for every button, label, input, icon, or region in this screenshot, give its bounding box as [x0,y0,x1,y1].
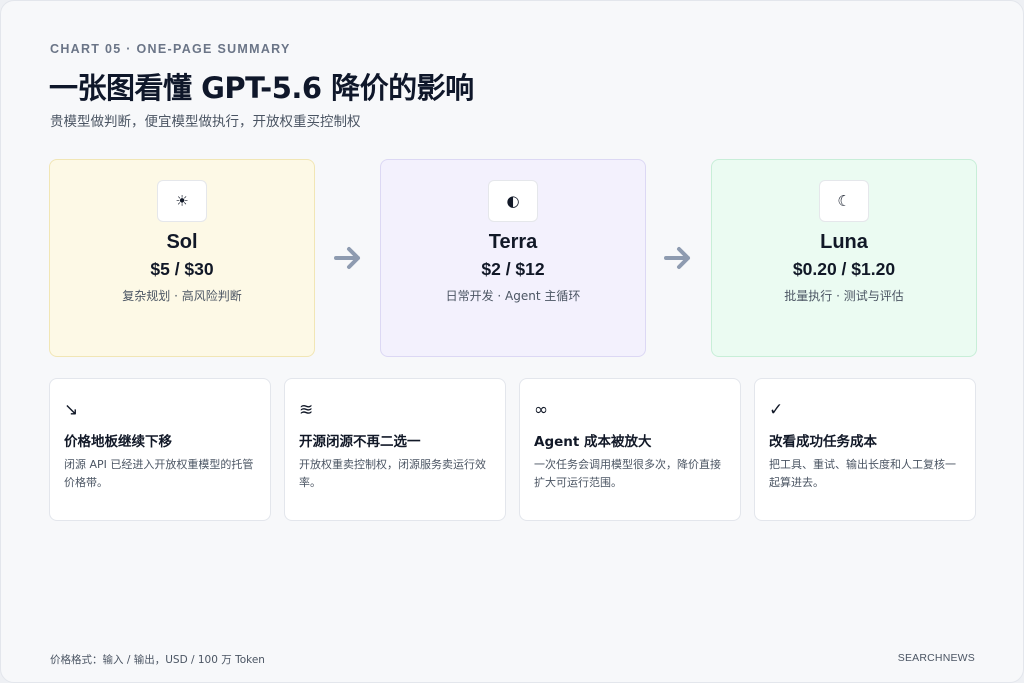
summary-page: CHART 05 · ONE-PAGE SUMMARY 一张图看懂 GPT-5.… [0,0,1024,683]
tier-card-luna: ☾ Luna $0.20 / $1.20 批量执行 · 测试与评估 [711,159,977,357]
tier-name: Terra [488,231,538,253]
card-title: 改看成功任务成本 [769,434,877,450]
tier-description: 批量执行 · 测试与评估 [784,289,904,303]
insight-card-agent-cost: ∞ Agent 成本被放大 一次任务会调用模型很多次，降价直接扩大可运行范围。 [519,378,741,521]
sun-icon: ☀ [157,180,207,222]
tier-description: 复杂规划 · 高风险判断 [122,289,242,303]
card-description: 把工具、重试、输出长度和人工复核一起算进去。 [769,458,956,489]
tier-description: 日常开发 · Agent 主循环 [445,289,581,303]
insight-card-price-floor: ↘ 价格地板继续下移 闭源 API 已经进入开放权重模型的托管价格带。 [49,378,271,521]
tier-card-sol: ☀ Sol $5 / $30 复杂规划 · 高风险判断 [49,159,315,357]
tier-name: Luna [820,231,868,253]
insight-card-open-closed: ≋ 开源闭源不再二选一 开放权重卖控制权，闭源服务卖运行效率。 [284,378,506,521]
half-circle-icon: ◐ [488,180,538,222]
infinity-icon: ∞ [534,400,549,420]
card-title: 价格地板继续下移 [64,434,172,450]
tier-price: $5 / $30 [150,259,214,279]
card-description: 开放权重卖控制权，闭源服务卖运行效率。 [299,458,486,489]
moon-icon: ☾ [819,180,869,222]
chart-eyebrow: CHART 05 · ONE-PAGE SUMMARY [50,42,291,56]
page-title: 一张图看懂 GPT-5.6 降价的影响 [49,71,474,105]
check-icon: ✓ [769,400,784,420]
trend-down-icon: ↘ [64,400,79,420]
card-description: 一次任务会调用模型很多次，降价直接扩大可运行范围。 [534,458,721,489]
card-title: Agent 成本被放大 [534,434,652,450]
brand-label: SEARCHNEWS [897,652,975,664]
page-subtitle: 贵模型做判断，便宜模型做执行，开放权重买控制权 [50,114,361,130]
tier-card-terra: ◐ Terra $2 / $12 日常开发 · Agent 主循环 [380,159,646,357]
insight-card-success-cost: ✓ 改看成功任务成本 把工具、重试、输出长度和人工复核一起算进去。 [754,378,976,521]
tier-name: Sol [166,231,198,253]
tier-price: $2 / $12 [481,259,545,279]
arrow-right-icon [664,247,690,269]
arrow-right-icon [334,247,360,269]
card-title: 开源闭源不再二选一 [299,434,421,450]
price-format-note: 价格格式：输入 / 输出，USD / 100 万 Token [50,654,265,666]
tier-price: $0.20 / $1.20 [792,259,896,279]
card-description: 闭源 API 已经进入开放权重模型的托管价格带。 [64,458,254,489]
approx-icon: ≋ [299,400,314,420]
